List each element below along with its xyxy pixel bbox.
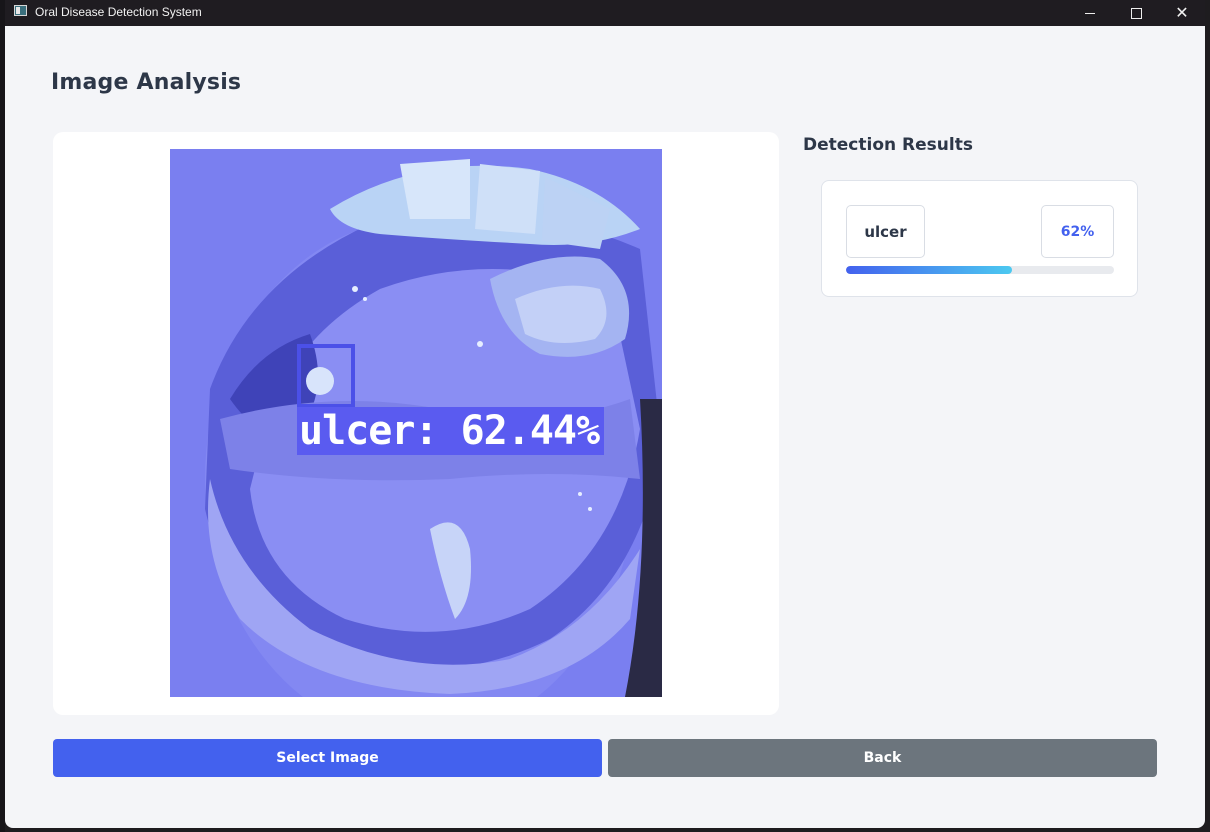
app-icon [14, 5, 27, 16]
maximize-icon [1130, 7, 1142, 19]
minimize-icon [1085, 12, 1095, 14]
detection-box [297, 344, 355, 408]
detection-label: ulcer: 62.44% [297, 407, 604, 455]
confidence-progress-bar [846, 266, 1114, 274]
analyzed-image: ulcer: 62.44% [170, 149, 662, 697]
close-button[interactable]: ✕ [1159, 0, 1205, 26]
back-button[interactable]: Back [608, 739, 1157, 777]
confidence-progress-fill [846, 266, 1013, 274]
window-title: Oral Disease Detection System [35, 5, 202, 19]
title-bar: Oral Disease Detection System ✕ [5, 0, 1205, 26]
app-window: Oral Disease Detection System ✕ Image An… [5, 0, 1205, 828]
page-title: Image Analysis [51, 70, 242, 95]
minimize-button[interactable] [1067, 0, 1113, 26]
result-confidence: 62% [1041, 205, 1114, 258]
image-card: ulcer: 62.44% [53, 132, 779, 715]
maximize-button[interactable] [1113, 0, 1159, 26]
results-title: Detection Results [803, 135, 973, 155]
result-card: ulcer 62% [821, 180, 1138, 297]
close-icon: ✕ [1175, 3, 1189, 22]
result-disease-name: ulcer [846, 205, 925, 258]
select-image-button[interactable]: Select Image [53, 739, 602, 777]
